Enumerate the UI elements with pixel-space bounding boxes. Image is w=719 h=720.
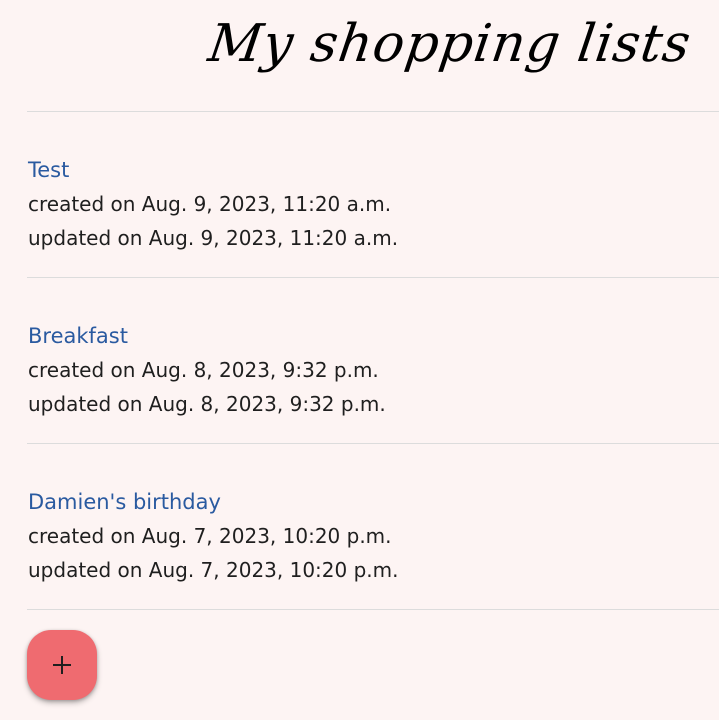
- add-list-button[interactable]: [27, 630, 97, 700]
- page-title: My shopping lists: [205, 14, 696, 74]
- list-item: Damien's birthday created on Aug. 7, 202…: [27, 489, 719, 589]
- created-date: created on Aug. 7, 2023, 10:20 p.m.: [28, 524, 392, 548]
- divider: [27, 277, 719, 278]
- divider: [27, 111, 719, 112]
- list-item: Breakfast created on Aug. 8, 2023, 9:32 …: [27, 323, 719, 423]
- plus-icon: [51, 654, 73, 676]
- list-link-test[interactable]: Test: [28, 157, 69, 183]
- list-link-breakfast[interactable]: Breakfast: [28, 323, 128, 349]
- updated-date: updated on Aug. 9, 2023, 11:20 a.m.: [28, 226, 399, 250]
- divider: [27, 609, 719, 610]
- created-date: created on Aug. 9, 2023, 11:20 a.m.: [28, 192, 392, 216]
- list-item: Test created on Aug. 9, 2023, 11:20 a.m.…: [27, 157, 719, 257]
- divider: [27, 443, 719, 444]
- list-link-damiens-birthday[interactable]: Damien's birthday: [28, 489, 221, 515]
- updated-date: updated on Aug. 7, 2023, 10:20 p.m.: [28, 558, 399, 582]
- header: My shopping lists: [0, 0, 719, 112]
- updated-date: updated on Aug. 8, 2023, 9:32 p.m.: [28, 392, 386, 416]
- created-date: created on Aug. 8, 2023, 9:32 p.m.: [28, 358, 379, 382]
